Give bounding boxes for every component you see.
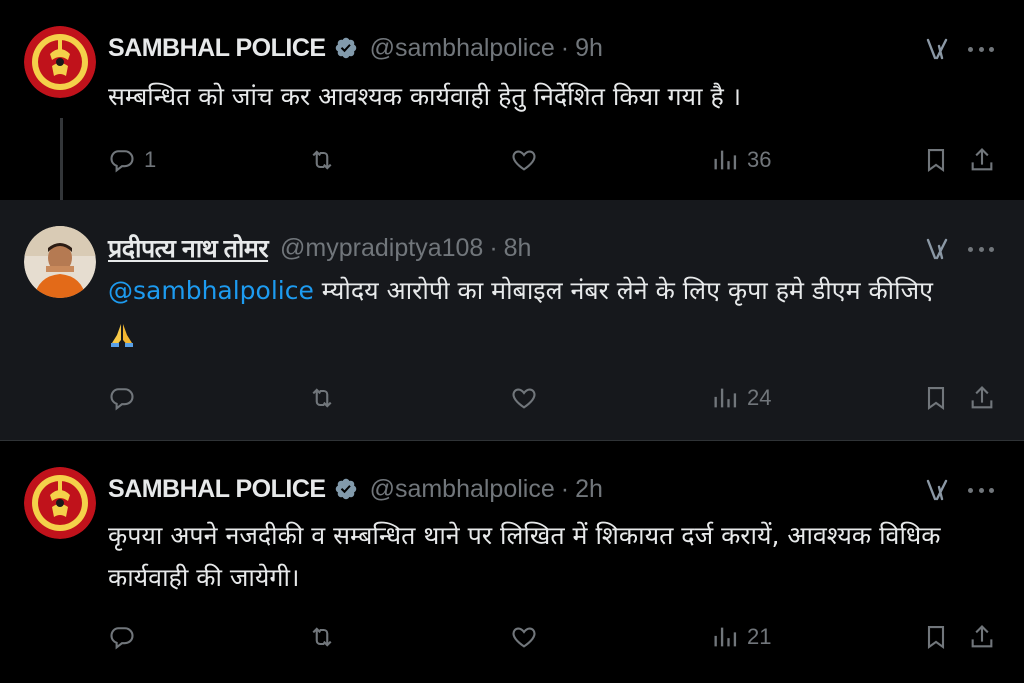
reply-icon	[110, 150, 134, 173]
reply-button[interactable]: 1	[108, 142, 156, 178]
retweet-button[interactable]	[308, 142, 336, 178]
reply-text: म्योदय आरोपी का मोबाइल नंबर लेने के लिए …	[313, 276, 933, 305]
avatar-police-emblem[interactable]	[24, 467, 96, 539]
timestamp[interactable]: 8h	[504, 234, 532, 263]
like-button[interactable]	[510, 619, 538, 655]
bookmark-icon	[927, 149, 945, 172]
tweet-1[interactable]: SAMBHAL POLICE @sambhalpolice · 9h सम्बन…	[0, 0, 1024, 200]
views-icon	[714, 627, 737, 647]
avatar-user-photo[interactable]	[24, 226, 96, 298]
tweet-header: SAMBHAL POLICE @sambhalpolice · 9h	[108, 30, 1000, 66]
view-count: 36	[747, 147, 772, 172]
grok-icon[interactable]	[924, 36, 950, 62]
tweet-actions: 1 36	[108, 142, 996, 178]
bookmark-icon	[927, 387, 945, 410]
like-icon	[512, 388, 536, 409]
verified-badge-icon	[334, 477, 358, 501]
separator: ·	[560, 474, 570, 503]
reply-button[interactable]	[108, 380, 136, 416]
like-button[interactable]	[510, 380, 538, 416]
handle[interactable]: @mypradiptya108	[280, 234, 483, 263]
share-icon	[971, 386, 993, 409]
share-icon	[971, 625, 993, 648]
views-icon	[714, 150, 737, 170]
retweet-icon	[312, 388, 332, 408]
display-name[interactable]: SAMBHAL POLICE	[108, 34, 326, 63]
timestamp[interactable]: 9h	[575, 34, 603, 63]
share-button[interactable]	[968, 142, 996, 178]
reply-thread: SAMBHAL POLICE @sambhalpolice · 9h सम्बन…	[0, 0, 1024, 683]
share-button[interactable]	[968, 619, 996, 655]
bookmark-icon	[927, 626, 945, 649]
bookmark-button[interactable]	[922, 380, 950, 416]
more-icon[interactable]	[968, 477, 994, 503]
more-icon[interactable]	[968, 36, 994, 62]
reply-button[interactable]	[108, 619, 136, 655]
tweet-header: प्रदीपत्य नाथ तोमर @mypradiptya108 · 8h	[108, 230, 1000, 266]
more-icon[interactable]	[968, 236, 994, 262]
grok-icon[interactable]	[924, 477, 950, 503]
timestamp[interactable]: 2h	[575, 475, 603, 504]
bookmark-button[interactable]	[922, 619, 950, 655]
tweet-2[interactable]: प्रदीपत्य नाथ तोमर @mypradiptya108 · 8h …	[0, 200, 1024, 440]
handle[interactable]: @sambhalpolice	[370, 34, 555, 63]
mention-link[interactable]: @sambhalpolice	[108, 276, 314, 305]
separator: ·	[489, 233, 498, 262]
grok-icon[interactable]	[924, 236, 950, 262]
reply-icon	[110, 627, 134, 650]
handle[interactable]: @sambhalpolice	[370, 475, 555, 504]
tweet-3[interactable]: SAMBHAL POLICE @sambhalpolice · 2h कृपया…	[0, 440, 1024, 683]
tweet-text: कृपया अपने नजदीकी व सम्बन्धित थाने पर लि…	[108, 521, 941, 592]
like-icon	[512, 627, 536, 648]
tweet-actions: 21	[108, 619, 996, 655]
views-button[interactable]: 36	[711, 142, 771, 178]
retweet-button[interactable]	[308, 619, 336, 655]
folded-hands-icon	[108, 320, 136, 348]
separator: ·	[560, 33, 570, 62]
bookmark-button[interactable]	[922, 142, 950, 178]
verified-badge-icon	[334, 36, 358, 60]
retweet-button[interactable]	[308, 380, 336, 416]
retweet-icon	[312, 150, 332, 170]
share-button[interactable]	[968, 380, 996, 416]
tweet-header: SAMBHAL POLICE @sambhalpolice · 2h	[108, 471, 1000, 507]
reply-icon	[110, 388, 134, 411]
retweet-icon	[312, 627, 332, 647]
view-count: 21	[747, 624, 772, 649]
display-name[interactable]: SAMBHAL POLICE	[108, 475, 326, 504]
like-button[interactable]	[510, 142, 538, 178]
share-icon	[971, 148, 993, 171]
avatar-police-emblem[interactable]	[24, 26, 96, 98]
tweet-actions: 24	[108, 380, 996, 416]
tweet-text: @sambhalpolice म्योदय आरोपी का मोबाइल नं…	[108, 270, 994, 354]
view-count: 24	[747, 385, 772, 410]
display-name[interactable]: प्रदीपत्य नाथ तोमर	[108, 231, 269, 265]
reply-count: 1	[144, 147, 157, 172]
tweet-text: सम्बन्धित को जांच कर आवश्यक कार्यवाही हे…	[108, 82, 742, 111]
views-icon	[714, 388, 737, 408]
views-button[interactable]: 21	[711, 619, 771, 655]
like-icon	[512, 150, 536, 171]
views-button[interactable]: 24	[711, 380, 771, 416]
